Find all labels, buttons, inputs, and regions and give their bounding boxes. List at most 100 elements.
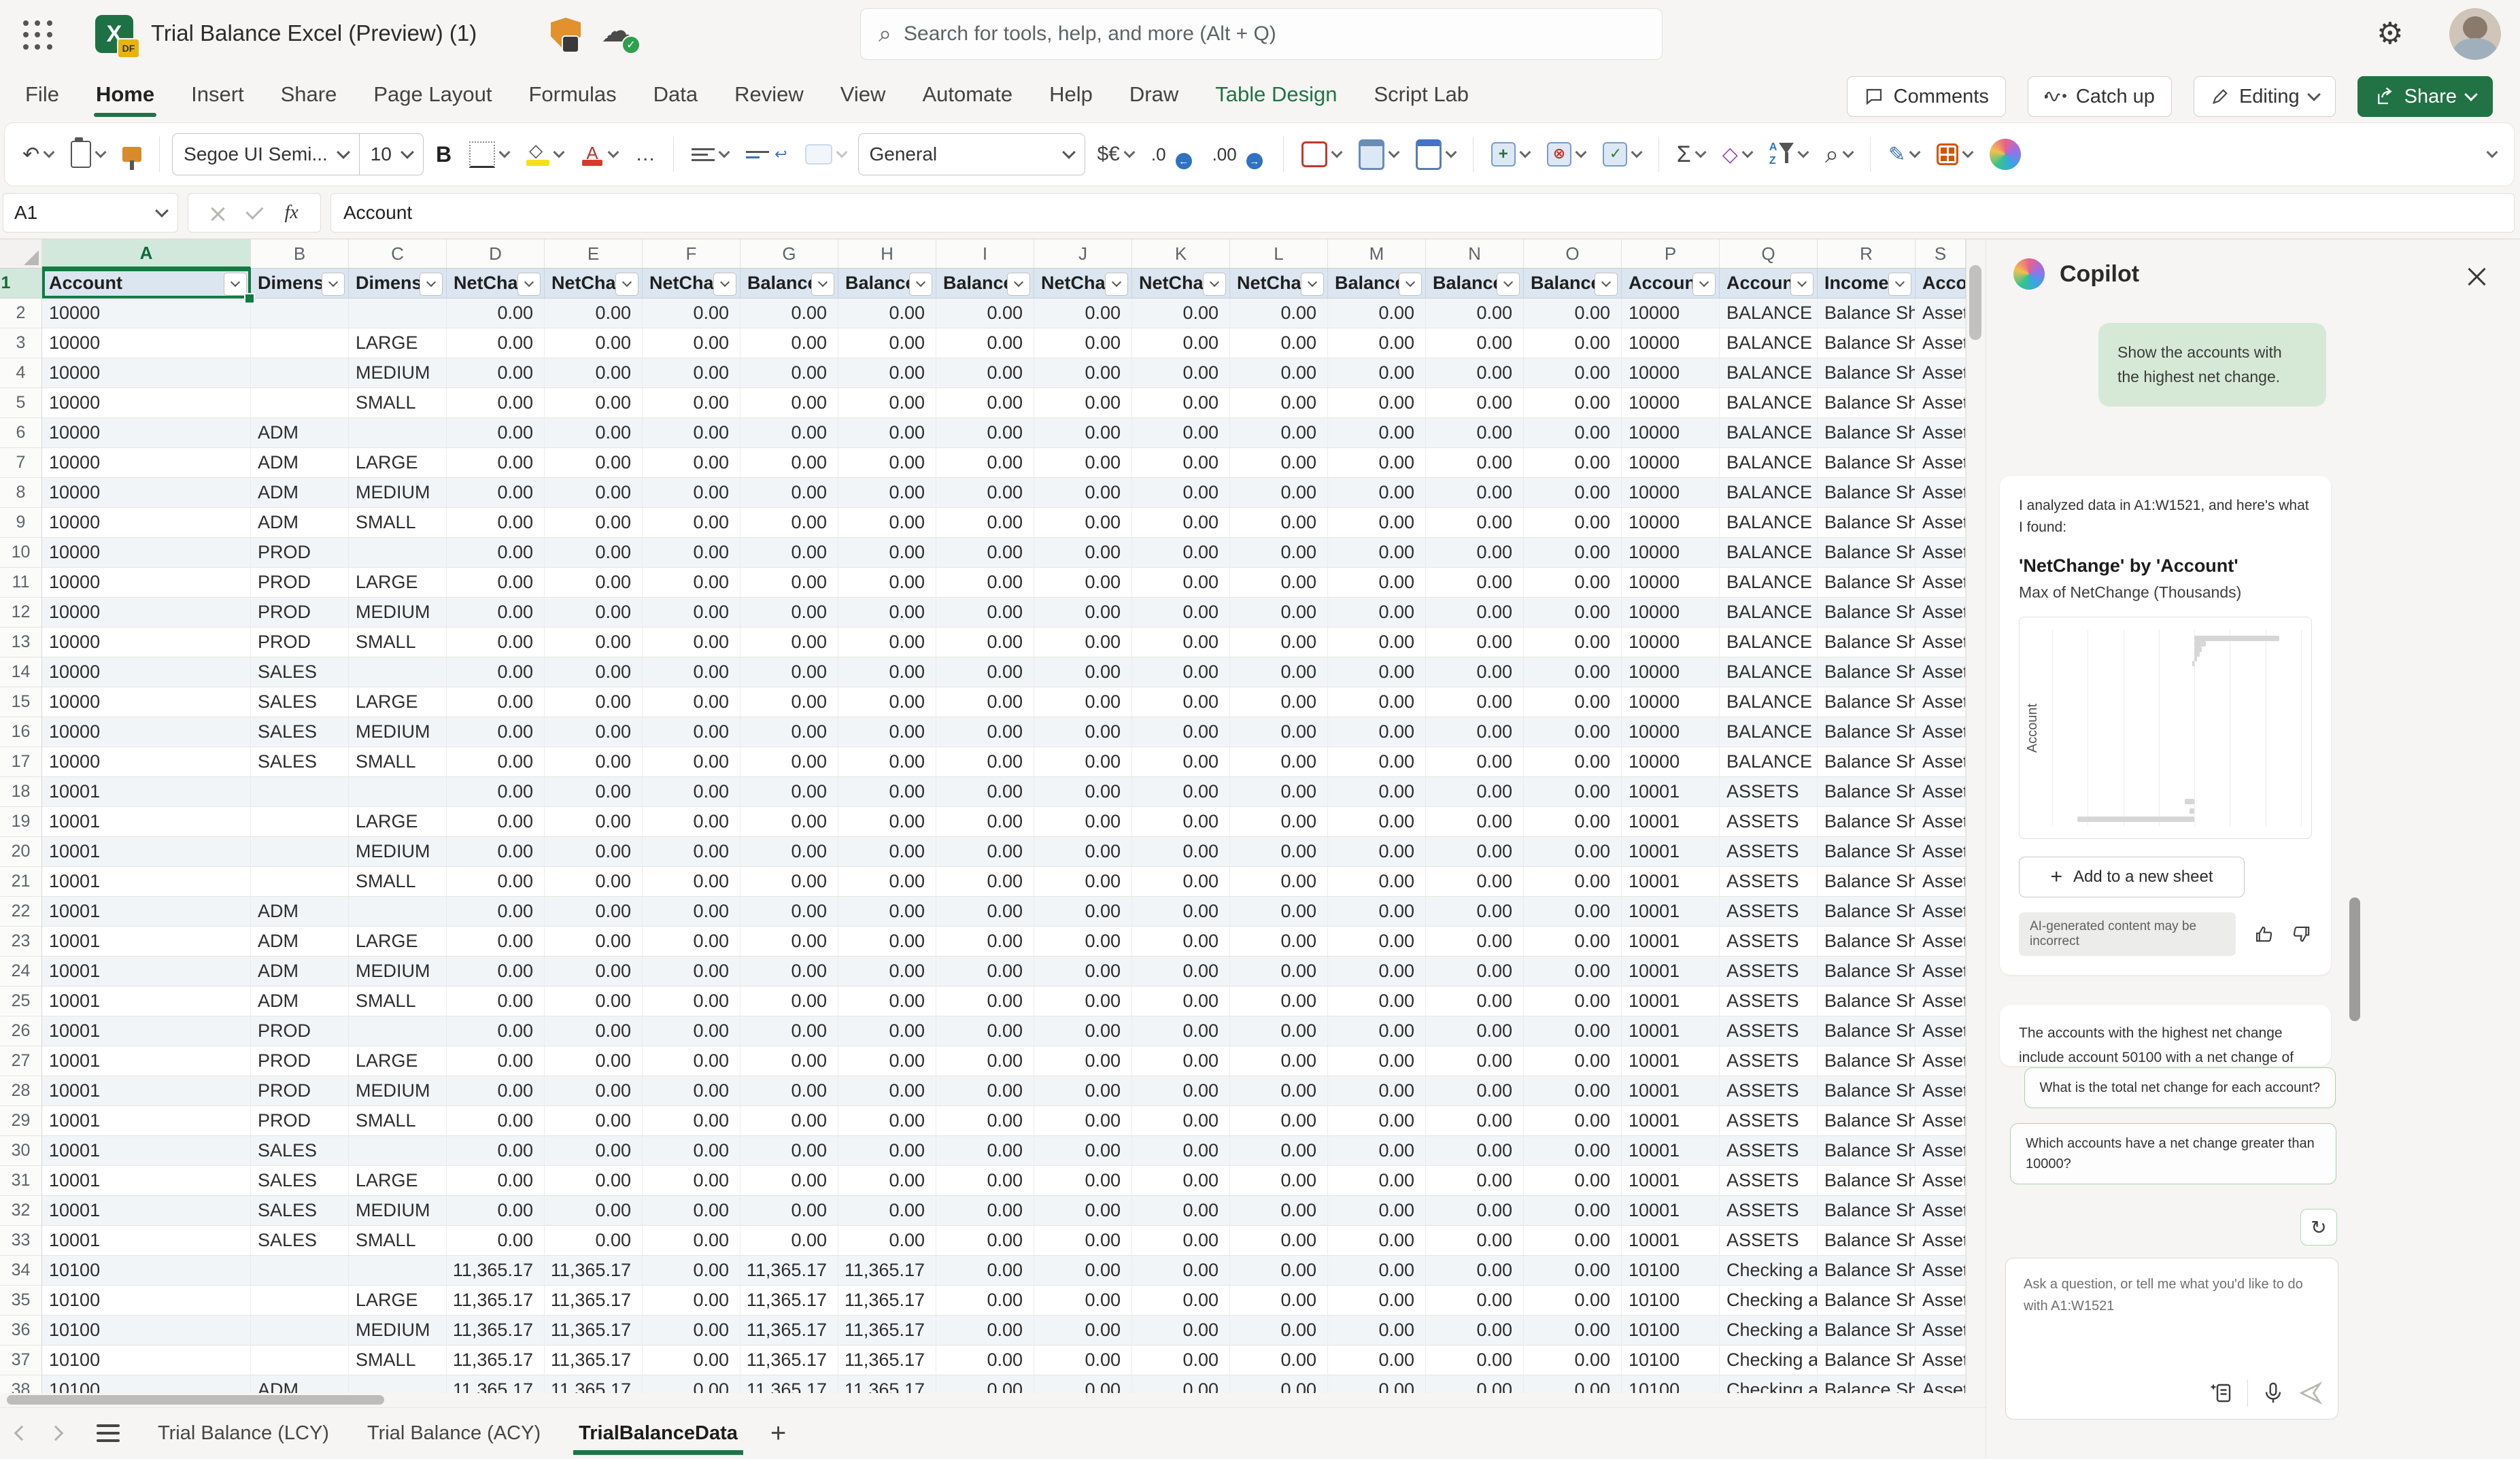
cell-M37[interactable]: 0.00 [1328,1345,1426,1375]
cell-M28[interactable]: 0.00 [1328,1076,1426,1106]
cell-Q28[interactable]: ASSETS [1720,1076,1818,1106]
cell-N33[interactable]: 0.00 [1426,1226,1524,1256]
cell-G3[interactable]: 0.00 [740,328,838,358]
cell-A2[interactable]: 10000 [42,298,251,328]
cell-D33[interactable]: 0.00 [447,1226,545,1256]
cell-C12[interactable]: MEDIUM [349,598,447,628]
cell-K24[interactable]: 0.00 [1132,957,1230,986]
cell-C25[interactable]: SMALL [349,986,447,1016]
cell-A37[interactable]: 10100 [42,1345,251,1375]
cell-K12[interactable]: 0.00 [1132,598,1230,628]
cell-J24[interactable]: 0.00 [1034,957,1132,986]
cell-Q3[interactable]: BALANCE SHEET [1720,328,1818,358]
cell-K25[interactable]: 0.00 [1132,986,1230,1016]
cell-D6[interactable]: 0.00 [447,418,545,448]
cell-G18[interactable]: 0.00 [740,777,838,807]
cell-C18[interactable] [349,777,447,807]
vertical-scrollbar-thumb[interactable] [1969,265,1981,340]
close-pane-icon[interactable] [2462,261,2492,291]
cell-B37[interactable] [251,1345,349,1375]
cell-P12[interactable]: 10000 [1622,598,1720,628]
row-number-15[interactable]: 15 [0,687,42,717]
cell-E31[interactable]: 0.00 [545,1166,643,1196]
cell-A5[interactable]: 10000 [42,388,251,418]
cell-R21[interactable]: Balance Sheet [1818,867,1915,897]
cell-D19[interactable]: 0.00 [447,807,545,837]
cell-M38[interactable]: 0.00 [1328,1375,1426,1393]
cell-M33[interactable]: 0.00 [1328,1226,1426,1256]
cell-H7[interactable]: 0.00 [838,448,936,478]
cell-E9[interactable]: 0.00 [545,508,643,538]
cell-P9[interactable]: 10000 [1622,508,1720,538]
cell-R4[interactable]: Balance Sheet [1818,358,1915,388]
row-number-19[interactable]: 19 [0,807,42,837]
cell-D20[interactable]: 0.00 [447,837,545,867]
cell-S4[interactable]: Assets [1915,358,1966,388]
cell-P26[interactable]: 10001 [1622,1016,1720,1046]
cell-M2[interactable]: 0.00 [1328,298,1426,328]
row-number-31[interactable]: 31 [0,1166,42,1196]
format-as-table-button[interactable] [1353,133,1403,175]
cell-L14[interactable]: 0.00 [1230,657,1328,687]
cell-E12[interactable]: 0.00 [545,598,643,628]
cell-M8[interactable]: 0.00 [1328,478,1426,508]
cell-O3[interactable]: 0.00 [1524,328,1622,358]
cell-S35[interactable]: Assets [1915,1286,1966,1316]
cell-N10[interactable]: 0.00 [1426,538,1524,568]
cell-F11[interactable]: 0.00 [643,568,740,598]
cell-I27[interactable]: 0.00 [936,1046,1034,1076]
cell-I29[interactable]: 0.00 [936,1106,1034,1136]
cell-R34[interactable]: Balance Sheet [1818,1256,1915,1286]
cell-B21[interactable] [251,867,349,897]
cell-F5[interactable]: 0.00 [643,388,740,418]
ribbon-tab-formulas[interactable]: Formulas [510,68,634,121]
cell-G19[interactable]: 0.00 [740,807,838,837]
cell-N6[interactable]: 0.00 [1426,418,1524,448]
cell-P23[interactable]: 10001 [1622,927,1720,957]
cell-J31[interactable]: 0.00 [1034,1166,1132,1196]
cell-P16[interactable]: 10000 [1622,717,1720,747]
cell-S8[interactable]: Assets [1915,478,1966,508]
cell-H25[interactable]: 0.00 [838,986,936,1016]
cell-E35[interactable]: 11,365.17 [545,1286,643,1316]
cell-C32[interactable]: MEDIUM [349,1196,447,1226]
pane-scrollbar-thumb[interactable] [2349,897,2360,1021]
cell-J38[interactable]: 0.00 [1034,1375,1132,1393]
cell-G15[interactable]: 0.00 [740,687,838,717]
cell-O4[interactable]: 0.00 [1524,358,1622,388]
cell-P6[interactable]: 10000 [1622,418,1720,448]
cell-L11[interactable]: 0.00 [1230,568,1328,598]
cell-P10[interactable]: 10000 [1622,538,1720,568]
cell-F35[interactable]: 0.00 [643,1286,740,1316]
cell-Q37[interactable]: Checking account [1720,1345,1818,1375]
cell-G22[interactable]: 0.00 [740,897,838,927]
cell-K28[interactable]: 0.00 [1132,1076,1230,1106]
cell-Q24[interactable]: ASSETS [1720,957,1818,986]
row-number-2[interactable]: 2 [0,298,42,328]
table-header-cell-I1[interactable]: Balance [936,269,1034,298]
cell-E17[interactable]: 0.00 [545,747,643,777]
cell-R6[interactable]: Balance Sheet [1818,418,1915,448]
cell-Q23[interactable]: ASSETS [1720,927,1818,957]
cell-C16[interactable]: MEDIUM [349,717,447,747]
cell-G14[interactable]: 0.00 [740,657,838,687]
cell-G37[interactable]: 11,365.17 [740,1345,838,1375]
cell-G17[interactable]: 0.00 [740,747,838,777]
cell-L35[interactable]: 0.00 [1230,1286,1328,1316]
cell-Q38[interactable]: Checking account [1720,1375,1818,1393]
cell-J12[interactable]: 0.00 [1034,598,1132,628]
cell-styles-button[interactable] [1410,133,1461,175]
cell-H16[interactable]: 0.00 [838,717,936,747]
cell-A15[interactable]: 10000 [42,687,251,717]
editing-mode-button[interactable]: Editing [2193,76,2336,117]
cell-I36[interactable]: 0.00 [936,1316,1034,1345]
cell-R28[interactable]: Balance Sheet [1818,1076,1915,1106]
cell-B38[interactable]: ADM [251,1375,349,1393]
cell-K18[interactable]: 0.00 [1132,777,1230,807]
cell-D38[interactable]: 11,365.17 [447,1375,545,1393]
refresh-suggestions-button[interactable]: ↻ [2300,1209,2337,1246]
cell-E16[interactable]: 0.00 [545,717,643,747]
cell-N5[interactable]: 0.00 [1426,388,1524,418]
cell-A28[interactable]: 10001 [42,1076,251,1106]
ribbon-tab-page-layout[interactable]: Page Layout [355,68,510,121]
